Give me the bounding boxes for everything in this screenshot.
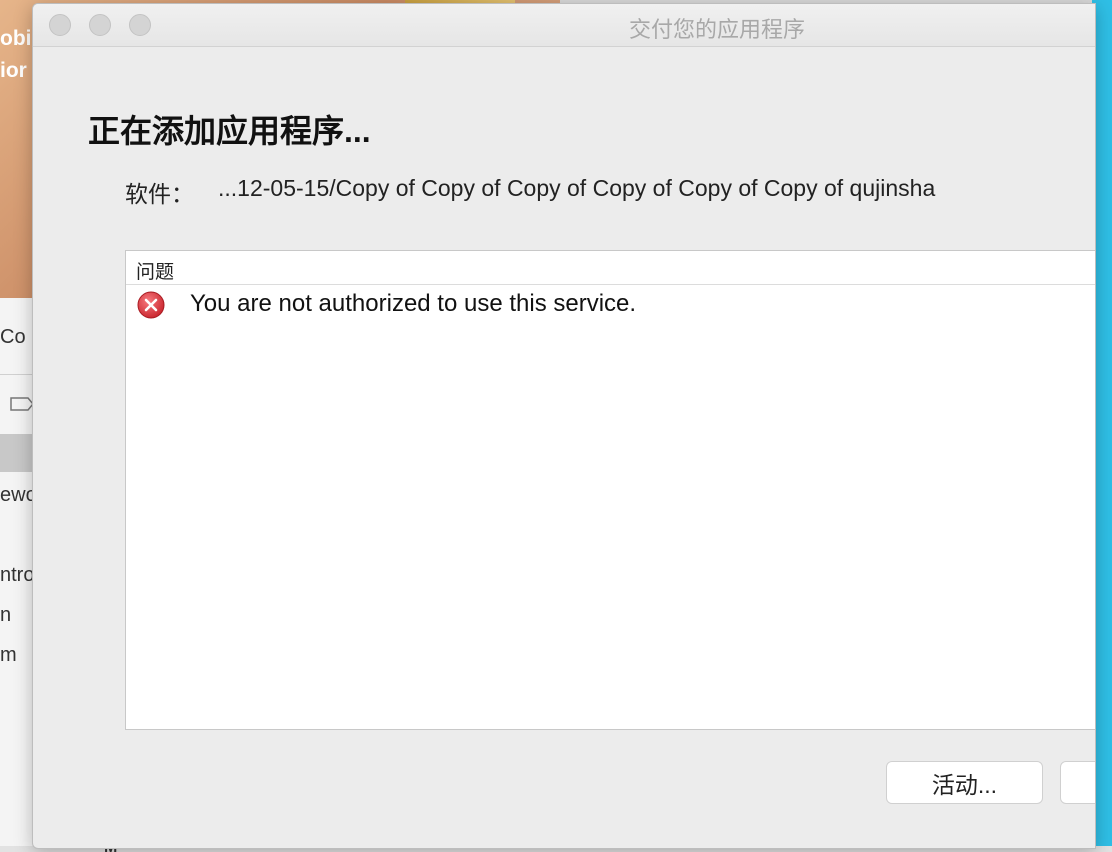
software-label: 软件：: [125, 181, 194, 207]
background-text-line1: obi: [0, 27, 32, 50]
background-sidebar-text: ntro: [0, 564, 35, 586]
window-title: 交付您的应用程序: [629, 17, 806, 42]
zoom-window-button[interactable]: [129, 14, 151, 36]
close-window-button[interactable]: [49, 14, 71, 36]
issues-table: 问题 You are not authorized to use this se…: [125, 250, 1095, 730]
background-sidebar-text: Co: [0, 326, 26, 348]
background-divider: [0, 374, 34, 375]
minimize-window-button[interactable]: [89, 14, 111, 36]
title-bar[interactable]: 交付您的应用程序: [33, 4, 1095, 47]
activity-button[interactable]: 活动...: [886, 761, 1043, 804]
background-selected-row: [0, 434, 34, 472]
issues-column-header-label: 问题: [136, 262, 175, 283]
background-text-line2: ior: [0, 59, 27, 82]
software-path: ...12-05-15/Copy of Copy of Copy of Copy…: [218, 175, 936, 201]
tag-icon: [10, 397, 34, 411]
page-title: 正在添加应用程序...: [88, 113, 371, 149]
background-sidebar-text: m: [0, 644, 17, 666]
issues-column-header[interactable]: 问题: [126, 251, 1095, 285]
background-sidebar-text: n: [0, 604, 12, 626]
next-button[interactable]: [1060, 761, 1095, 804]
table-row[interactable]: You are not authorized to use this servi…: [126, 287, 1095, 323]
error-icon: [137, 291, 165, 319]
deliver-app-window: 交付您的应用程序 正在添加应用程序... 软件： ...12-05-15/Cop…: [32, 3, 1096, 849]
background-sidebar: Co ewo ntro n m: [0, 298, 37, 852]
issue-message: You are not authorized to use this servi…: [190, 290, 637, 317]
